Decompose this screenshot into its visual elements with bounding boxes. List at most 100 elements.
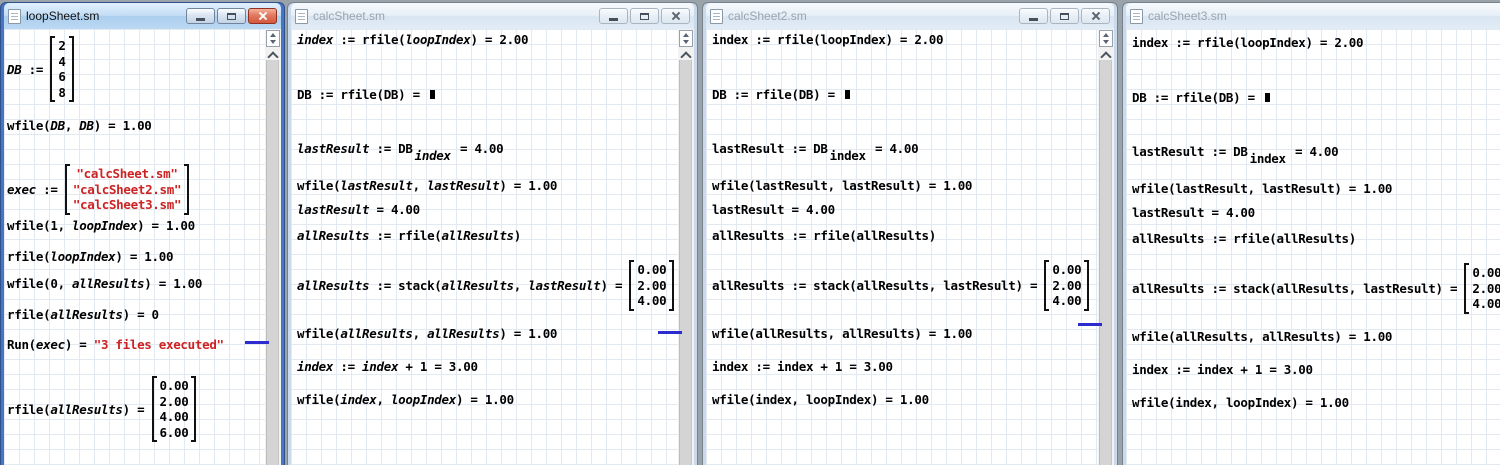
window-loopsheet: loopSheet.sm DB := 2468 wfile(DB, DB) = … bbox=[0, 2, 285, 465]
expr-index-assign[interactable]: index := rfile(loopIndex) = 2.00 bbox=[1132, 35, 1363, 50]
expr-allresults-rfile[interactable]: allResults := rfile(allResults) bbox=[1132, 231, 1356, 246]
close-button[interactable] bbox=[661, 8, 690, 24]
titlebar-calcsheet[interactable]: calcSheet.sm bbox=[291, 3, 694, 29]
expr-lastresult-assign[interactable]: lastResult := DBindex = 4.00 bbox=[1132, 144, 1338, 159]
titlebar-calcsheet2[interactable]: calcSheet2.sm bbox=[706, 3, 1114, 29]
op-token: := bbox=[36, 182, 65, 197]
op-token: , bbox=[514, 278, 528, 293]
expr-wfile-index[interactable]: wfile(index, loopIndex) = 1.00 bbox=[297, 392, 514, 407]
expr-wfile-allresults[interactable]: wfile(allResults, allResults) = 1.00 bbox=[297, 326, 557, 341]
close-button[interactable] bbox=[248, 8, 277, 24]
expr-allresults-stack[interactable]: allResults := stack(allResults, lastResu… bbox=[297, 259, 674, 312]
fn-token: wfile( bbox=[712, 392, 755, 407]
titlebar-loopsheet[interactable]: loopSheet.sm bbox=[4, 3, 281, 29]
expr-wfile-lastresult[interactable]: wfile(lastResult, lastResult) = 1.00 bbox=[297, 178, 557, 193]
maximize-button[interactable] bbox=[217, 8, 246, 24]
var-token: DB bbox=[50, 118, 64, 133]
expr-lastresult-eval[interactable]: lastResult = 4.00 bbox=[1132, 205, 1255, 220]
minimize-button[interactable] bbox=[599, 8, 628, 24]
scrollbar-track[interactable] bbox=[266, 60, 279, 465]
expr-wfile-zero[interactable]: wfile(0, allResults) = 1.00 bbox=[7, 276, 202, 291]
matrix-row: 4.00 bbox=[1472, 296, 1500, 312]
var-token: lastResult bbox=[712, 141, 784, 156]
expr-rfile-allresults-matrix[interactable]: rfile(allResults) = 0.002.004.006.00 bbox=[7, 375, 196, 443]
split-view-button[interactable] bbox=[679, 30, 693, 47]
expr-allresults-stack[interactable]: allResults := stack(allResults, lastResu… bbox=[712, 259, 1089, 312]
vertical-scrollbar[interactable] bbox=[678, 29, 694, 465]
fn-token: rfile( bbox=[7, 249, 50, 264]
expr-index-increment[interactable]: index := index + 1 = 3.00 bbox=[297, 359, 478, 374]
split-view-button[interactable] bbox=[266, 30, 280, 47]
expr-wfile-lastresult[interactable]: wfile(lastResult, lastResult) = 1.00 bbox=[712, 178, 972, 193]
maximize-icon bbox=[227, 13, 236, 20]
matrix-row: 6.00 bbox=[160, 425, 189, 441]
var-token: lastResult bbox=[297, 202, 369, 217]
vertical-scrollbar[interactable] bbox=[1098, 29, 1114, 465]
maximize-button[interactable] bbox=[630, 8, 659, 24]
scrollbar-track[interactable] bbox=[679, 60, 692, 465]
expr-wfile-index[interactable]: wfile(index, loopIndex) = 1.00 bbox=[1132, 395, 1349, 410]
var-token: allResults bbox=[72, 276, 144, 291]
minimize-button[interactable] bbox=[1019, 8, 1048, 24]
expr-wfile-one[interactable]: wfile(1, loopIndex) = 1.00 bbox=[7, 218, 195, 233]
var-token: allResults bbox=[857, 278, 929, 293]
page-break-marker bbox=[245, 341, 269, 344]
expr-db-assign[interactable]: DB := rfile(DB) = bbox=[712, 87, 850, 102]
close-button[interactable] bbox=[1081, 8, 1110, 24]
expr-lastresult-eval[interactable]: lastResult = 4.00 bbox=[712, 202, 835, 217]
vertical-scrollbar[interactable] bbox=[265, 29, 281, 465]
expr-wfile-index[interactable]: wfile(index, loopIndex) = 1.00 bbox=[712, 392, 929, 407]
var-token: index bbox=[755, 392, 791, 407]
expr-lastresult-assign[interactable]: lastResult := DBindex = 4.00 bbox=[712, 141, 918, 156]
expr-wfile-lastresult[interactable]: wfile(lastResult, lastResult) = 1.00 bbox=[1132, 181, 1392, 196]
maximize-button[interactable] bbox=[1050, 8, 1079, 24]
fn-token: rfile( bbox=[7, 307, 50, 322]
minimize-icon bbox=[1029, 18, 1038, 21]
expr-allresults-rfile[interactable]: allResults := rfile(allResults) bbox=[712, 228, 936, 243]
fn-token: wfile( bbox=[297, 178, 340, 193]
worksheet-canvas-calcsheet3[interactable]: index := rfile(loopIndex) = 2.00 DB := r… bbox=[1126, 29, 1500, 465]
expr-run-exec[interactable]: Run(exec) = "3 files executed" bbox=[7, 337, 224, 352]
expr-index-increment[interactable]: index := index + 1 = 3.00 bbox=[1132, 362, 1313, 377]
expr-db-assign[interactable]: DB := rfile(DB) = bbox=[1132, 90, 1270, 105]
worksheet-canvas-loopsheet[interactable]: DB := 2468 wfile(DB, DB) = 1.00 exec := … bbox=[4, 29, 281, 465]
op-token: := bbox=[1168, 362, 1197, 377]
worksheet-canvas-calcsheet[interactable]: index := rfile(loopIndex) = 2.00 DB := r… bbox=[291, 29, 694, 465]
minimize-button[interactable] bbox=[186, 8, 215, 24]
expr-allresults-stack[interactable]: allResults := stack(allResults, lastResu… bbox=[1132, 262, 1500, 315]
expr-db-assign[interactable]: DB := rfile(DB) = bbox=[297, 87, 435, 102]
var-token: allResults bbox=[1262, 329, 1334, 344]
fn-token: := rfile( bbox=[1168, 35, 1240, 50]
result-token: ) = 1.00 bbox=[1334, 181, 1392, 196]
fn-token: Run( bbox=[7, 337, 36, 352]
subscript-token: index bbox=[830, 148, 866, 163]
close-icon bbox=[1091, 11, 1101, 21]
matrix-row: 2.00 bbox=[160, 394, 189, 410]
expr-rfile-loopindex[interactable]: rfile(loopIndex) = 1.00 bbox=[7, 249, 173, 264]
expr-wfile-db[interactable]: wfile(DB, DB) = 1.00 bbox=[7, 118, 152, 133]
expr-index-assign[interactable]: index := rfile(loopIndex) = 2.00 bbox=[712, 32, 943, 47]
expr-wfile-allresults[interactable]: wfile(allResults, allResults) = 1.00 bbox=[712, 326, 972, 341]
result-token: = 4.00 bbox=[784, 202, 835, 217]
expr-index-increment[interactable]: index := index + 1 = 3.00 bbox=[712, 359, 893, 374]
fn-token: wfile( bbox=[712, 326, 755, 341]
expr-wfile-allresults[interactable]: wfile(allResults, allResults) = 1.00 bbox=[1132, 329, 1392, 344]
var-token: allResults bbox=[1132, 281, 1204, 296]
string-row: "calcSheet.sm" bbox=[73, 166, 181, 182]
scrollbar-track[interactable] bbox=[1099, 60, 1112, 465]
expr-db-matrix-assign[interactable]: DB := 2468 bbox=[7, 35, 74, 103]
expr-exec-assign[interactable]: exec := "calcSheet.sm""calcSheet2.sm""ca… bbox=[7, 163, 189, 216]
var-token: allResults bbox=[442, 228, 514, 243]
expr-lastresult-eval[interactable]: lastResult = 4.00 bbox=[297, 202, 420, 217]
worksheet-canvas-calcsheet2[interactable]: index := rfile(loopIndex) = 2.00 DB := r… bbox=[706, 29, 1114, 465]
expr-index-assign[interactable]: index := rfile(loopIndex) = 2.00 bbox=[297, 32, 528, 47]
titlebar-calcsheet3[interactable]: calcSheet3.sm bbox=[1126, 3, 1500, 29]
expr-lastresult-assign[interactable]: lastResult := DBindex = 4.00 bbox=[297, 141, 503, 156]
var-token: allResults bbox=[50, 307, 122, 322]
var-token: lastResult bbox=[842, 178, 914, 193]
subscript-token: index bbox=[1250, 151, 1286, 166]
expr-rfile-allresults[interactable]: rfile(allResults) = 0 bbox=[7, 307, 159, 322]
split-view-button[interactable] bbox=[1099, 30, 1113, 47]
matrix-row: 2 bbox=[58, 38, 65, 54]
expr-allresults-rfile[interactable]: allResults := rfile(allResults) bbox=[297, 228, 521, 243]
